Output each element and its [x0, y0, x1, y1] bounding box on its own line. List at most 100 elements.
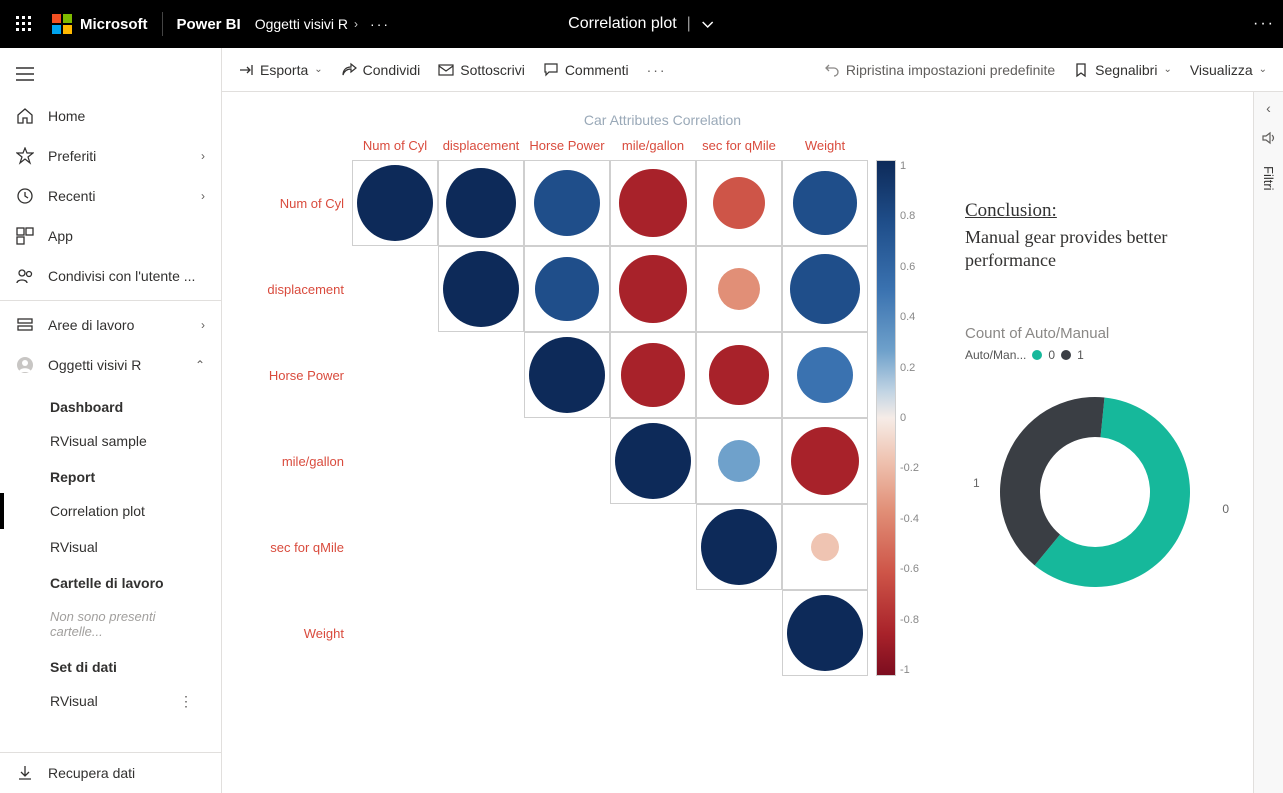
corr-cell[interactable] — [696, 418, 782, 504]
bookmark-icon — [1073, 62, 1089, 78]
corr-cell[interactable] — [524, 332, 610, 418]
nav-shared[interactable]: Condivisi con l'utente ... — [0, 256, 221, 296]
corr-cell[interactable] — [610, 246, 696, 332]
comments-button[interactable]: Commenti — [543, 62, 629, 78]
donut-title: Count of Auto/Manual — [965, 325, 1225, 342]
cmd-label: Ripristina impostazioni predefinite — [846, 62, 1055, 78]
col-label: Num of Cyl — [352, 138, 438, 160]
workspace-item[interactable]: Correlation plot — [0, 493, 209, 529]
divider — [0, 300, 221, 301]
item-more-icon[interactable]: ⋮ — [179, 693, 193, 710]
row-label: mile/gallon — [252, 418, 352, 504]
corr-cell[interactable] — [782, 246, 868, 332]
corr-cell[interactable] — [610, 332, 696, 418]
nav-get-data[interactable]: Recupera dati — [0, 753, 221, 793]
product-brand[interactable]: Power BI — [177, 16, 241, 33]
corr-cell[interactable] — [782, 418, 868, 504]
nav-label: Aree di lavoro — [48, 317, 187, 333]
reset-button[interactable]: Ripristina impostazioni predefinite — [824, 62, 1055, 78]
corr-cell[interactable] — [438, 160, 524, 246]
report-title-dropdown[interactable]: Correlation plot | — [568, 15, 715, 33]
empty-message: Non sono presenti cartelle... — [0, 599, 209, 649]
row-label: Weight — [252, 590, 352, 676]
nav-label: Condivisi con l'utente ... — [48, 268, 205, 284]
bookmarks-button[interactable]: Segnalibri ⌄ — [1073, 62, 1172, 78]
separator — [162, 12, 163, 36]
export-icon — [238, 62, 254, 78]
tick-label: -0.8 — [900, 614, 919, 626]
app-launcher-icon[interactable] — [8, 8, 40, 40]
nav-recent[interactable]: Recenti › — [0, 176, 221, 216]
cmd-label: Esporta — [260, 62, 308, 78]
nav-workspaces[interactable]: Aree di lavoro › — [0, 305, 221, 345]
corr-cell[interactable] — [696, 504, 782, 590]
corr-cell[interactable] — [352, 160, 438, 246]
corr-cell[interactable] — [782, 332, 868, 418]
nav-collapse-button[interactable] — [0, 52, 221, 96]
col-label: Horse Power — [524, 138, 610, 160]
chart-title: Car Attributes Correlation — [222, 112, 1223, 128]
share-button[interactable]: Condividi — [341, 62, 421, 78]
col-label: mile/gallon — [610, 138, 696, 160]
clock-icon — [16, 187, 34, 205]
conclusion-title: Conclusion: — [965, 200, 1225, 222]
speaker-icon[interactable] — [1261, 130, 1277, 146]
corr-cell[interactable] — [696, 246, 782, 332]
command-bar: Esporta ⌄ Condividi Sottoscrivi Commenti… — [222, 48, 1283, 92]
undo-icon — [824, 62, 840, 78]
nav-apps[interactable]: App — [0, 216, 221, 256]
nav-label: Recenti — [48, 188, 187, 204]
breadcrumb-workspace[interactable]: Oggetti visivi R — [255, 16, 348, 32]
row-label: Horse Power — [252, 332, 352, 418]
corr-cell[interactable] — [782, 504, 868, 590]
workspace-item[interactable]: RVisual sample — [0, 423, 209, 459]
chevron-down-icon: ⌄ — [314, 64, 322, 75]
workspace-avatar-icon — [16, 356, 34, 374]
chevron-right-icon: › — [201, 318, 205, 332]
chevron-left-icon[interactable]: ‹ — [1266, 100, 1271, 116]
nav-current-workspace[interactable]: Oggetti visivi R ⌃ — [0, 345, 221, 385]
export-button[interactable]: Esporta ⌄ — [238, 62, 323, 78]
corr-cell[interactable] — [438, 246, 524, 332]
colorbar: 10.80.60.40.20-0.2-0.4-0.6-0.8-1 — [876, 160, 919, 676]
nav-label: Home — [48, 108, 205, 124]
donut-label-0: 0 — [1222, 502, 1229, 516]
group-header: Set di dati — [0, 649, 209, 683]
subscribe-button[interactable]: Sottoscrivi — [438, 62, 525, 78]
workspace-item[interactable]: RVisual⋮ — [0, 683, 209, 719]
corr-cell[interactable] — [610, 160, 696, 246]
nav-home[interactable]: Home — [0, 96, 221, 136]
corr-cell[interactable] — [524, 160, 610, 246]
corr-cell[interactable] — [696, 332, 782, 418]
cmdbar-overflow-icon[interactable]: ··· — [647, 62, 667, 78]
group-header: Cartelle di lavoro — [0, 565, 209, 599]
nav-label: Preferiti — [48, 148, 187, 164]
donut-chart[interactable]: 0 1 — [965, 382, 1225, 642]
chevron-down-icon: ⌄ — [1259, 64, 1267, 75]
col-label: sec for qMile — [696, 138, 782, 160]
corr-cell[interactable] — [696, 160, 782, 246]
corr-cell[interactable] — [524, 246, 610, 332]
share-icon — [341, 62, 357, 78]
tick-label: -0.4 — [900, 513, 919, 525]
header-overflow-icon[interactable]: ··· — [1253, 15, 1275, 33]
workspace-contents: DashboardRVisual sampleReportCorrelation… — [0, 389, 221, 752]
comment-icon — [543, 62, 559, 78]
corr-cell[interactable] — [610, 418, 696, 504]
legend-name: Auto/Man... — [965, 348, 1026, 362]
workspace-item[interactable]: RVisual — [0, 529, 209, 565]
get-data-icon — [16, 764, 34, 782]
filters-pane-collapsed[interactable]: ‹ Filtri — [1253, 92, 1283, 793]
cmd-label: Segnalibri — [1095, 62, 1157, 78]
chevron-right-icon: › — [201, 149, 205, 163]
microsoft-label: Microsoft — [80, 16, 148, 33]
tick-label: 0.6 — [900, 261, 919, 273]
corr-cell[interactable] — [782, 590, 868, 676]
breadcrumb-overflow-icon[interactable]: ··· — [370, 16, 390, 32]
view-button[interactable]: Visualizza ⌄ — [1190, 62, 1267, 78]
nav-label: App — [48, 228, 205, 244]
nav-favorites[interactable]: Preferiti › — [0, 136, 221, 176]
corr-cell[interactable] — [782, 160, 868, 246]
legend-label-1: 1 — [1077, 348, 1084, 362]
people-icon — [16, 267, 34, 285]
